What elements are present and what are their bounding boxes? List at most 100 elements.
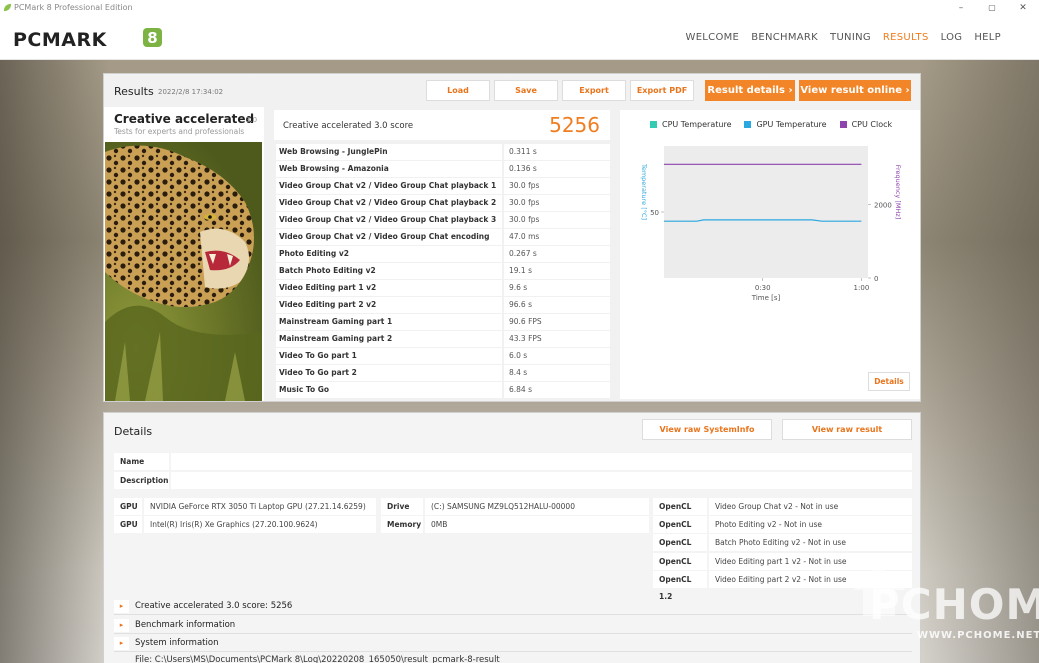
result-row-name: Video To Go part 1 [276, 348, 502, 364]
results-header: Results 2022/2/8 17:34:02 Load Save Expo… [104, 74, 920, 107]
result-row: Web Browsing - Amazonia 0.136 s [276, 161, 610, 178]
score-box: Creative accelerated 3.0 score 5256 [274, 110, 610, 140]
gpu-label: GPU [114, 516, 142, 533]
result-file-path: File: C:\Users\MS\Documents\PCMark 8\Log… [135, 655, 500, 663]
result-row-value: 30.0 fps [504, 195, 610, 211]
right-tick-label: 2000 [874, 202, 892, 210]
result-row-name: Web Browsing - Amazonia [276, 161, 502, 177]
result-row-name: Batch Photo Editing v2 [276, 263, 502, 279]
result-row-name: Video Group Chat v2 / Video Group Chat p… [276, 178, 502, 206]
chart-legend: CPU Temperature GPU Temperature CPU Cloc… [650, 120, 892, 129]
results-title: Results [114, 85, 154, 98]
opencl-usage: Batch Photo Editing v2 - Not in use [709, 534, 912, 552]
result-row: Batch Photo Editing v2 19.1 s [276, 263, 610, 280]
legend-cpu-temperature[interactable]: CPU Temperature [650, 120, 731, 129]
result-row-value: 0.311 s [504, 144, 610, 160]
result-row-name: Video Group Chat v2 / Video Group Chat p… [276, 195, 502, 223]
opencl-row: OpenCL 1.1Video Group Chat v2 - Not in u… [653, 498, 912, 528]
result-row-name: Photo Editing v2 [276, 246, 502, 262]
memory-value: 0MB [425, 516, 649, 533]
export-button[interactable]: Export [562, 80, 626, 101]
chevron-right-icon: › [905, 85, 910, 96]
benchmark-subtitle: Tests for experts and professionals [114, 127, 245, 136]
opencl-version: OpenCL 1.1 [653, 516, 707, 546]
benchmark-version: 3.0 [246, 116, 258, 124]
result-row: Video To Go part 1 6.0 s [276, 348, 610, 365]
view-raw-result-button[interactable]: View raw result [782, 419, 912, 440]
monitoring-chart: CPU Temperature GPU Temperature CPU Cloc… [620, 110, 920, 399]
expander-row[interactable]: ▸ Benchmark information [114, 617, 912, 634]
save-button[interactable]: Save [494, 80, 558, 101]
expand-arrow-icon[interactable]: ▸ [114, 637, 129, 650]
nav-help[interactable]: HELP [968, 32, 1007, 43]
result-row-name: Video Editing part 1 v2 [276, 280, 502, 296]
drive-label: Drive [381, 498, 423, 515]
drive-value: (C:) SAMSUNG MZ9LQ512HALU-00000 [425, 498, 649, 515]
logo-badge-number: 8 [147, 29, 157, 47]
result-details-label: Result details [707, 85, 785, 96]
expand-arrow-icon[interactable]: ▸ [114, 618, 129, 632]
result-row: Video Editing part 2 v2 96.6 s [276, 297, 610, 314]
background-shade-right [919, 60, 1039, 663]
x-axis-label: Time [s] [751, 294, 781, 302]
nav-results[interactable]: RESULTS [877, 32, 935, 43]
minimize-button[interactable]: – [946, 1, 976, 15]
gpu-label: GPU [114, 498, 142, 515]
result-row-name: Mainstream Gaming part 1 [276, 314, 502, 330]
gpu1-value: NVIDIA GeForce RTX 3050 Ti Laptop GPU (2… [144, 498, 376, 515]
background-shade-left [0, 60, 110, 663]
view-raw-systeminfo-button[interactable]: View raw SystemInfo [642, 419, 772, 440]
result-row-name: Video Group Chat v2 / Video Group Chat p… [276, 212, 502, 240]
nav-welcome[interactable]: WELCOME [680, 32, 746, 43]
load-button[interactable]: Load [426, 80, 490, 101]
name-row: Name [114, 453, 912, 470]
maximize-button[interactable]: ▢ [977, 1, 1007, 15]
right-axis-label: Frequency [MHz] [894, 165, 902, 220]
expand-arrow-icon[interactable]: ▸ [114, 600, 129, 613]
legend-gpu-temperature-label: GPU Temperature [756, 120, 827, 129]
result-row-value: 30.0 fps [504, 212, 610, 228]
legend-cpu-temperature-label: CPU Temperature [662, 120, 732, 129]
result-row: Video Editing part 1 v2 9.6 s [276, 280, 610, 297]
legend-swatch-cpu-temp [650, 121, 657, 128]
opencl-row: OpenCL 1.2Video Editing part 1 v2 - Not … [653, 552, 912, 583]
expander-row[interactable]: ▸ Creative accelerated 3.0 score: 5256 [114, 598, 912, 615]
result-row: Photo Editing v2 0.267 s [276, 246, 610, 263]
details-button[interactable]: Details [868, 372, 910, 391]
name-label: Name [114, 453, 169, 470]
nav-log[interactable]: LOG [935, 32, 969, 43]
export-pdf-button[interactable]: Export PDF [630, 80, 694, 101]
opencl-usage: Video Editing part 2 v2 - Not in use [709, 570, 912, 588]
window-title: PCMark 8 Professional Edition [14, 3, 133, 12]
result-row-value: 6.84 s [504, 382, 610, 398]
result-row-value: 90.6 FPS [504, 314, 610, 330]
nav-tuning[interactable]: TUNING [824, 32, 877, 43]
result-details-button[interactable]: Result details › [705, 80, 795, 101]
legend-cpu-clock[interactable]: CPU Clock [839, 120, 892, 129]
close-button[interactable]: ✕ [1008, 1, 1038, 15]
details-title: Details [114, 425, 153, 438]
result-row-value: 43.3 FPS [504, 331, 610, 347]
result-row-value: 9.6 s [504, 280, 610, 296]
chevron-right-icon: › [788, 85, 793, 96]
logo-badge-icon: 8 [143, 28, 162, 47]
memory-label: Memory [381, 516, 423, 533]
legend-gpu-temperature[interactable]: GPU Temperature [744, 120, 827, 129]
result-row-name: Music To Go [276, 382, 502, 398]
app-leaf-icon [3, 3, 12, 12]
result-row-value: 30.0 fps [504, 178, 610, 194]
gpu1-row: GPU NVIDIA GeForce RTX 3050 Ti Laptop GP… [114, 498, 379, 515]
result-row-name: Web Browsing - JunglePin [276, 144, 502, 160]
main-nav: WELCOME BENCHMARK TUNING RESULTS LOG HEL… [680, 32, 1008, 43]
view-result-online-button[interactable]: View result online › [799, 80, 911, 101]
nav-benchmark[interactable]: BENCHMARK [745, 32, 824, 43]
benchmark-leopard-image [105, 142, 262, 401]
result-row: Video To Go part 2 8.4 s [276, 365, 610, 382]
expander-row[interactable]: ▸ System information [114, 635, 912, 652]
description-label: Description [114, 472, 169, 489]
legend-swatch-cpu-clock [839, 121, 847, 128]
result-rows: Web Browsing - JunglePin 0.311 s Web Brows… [276, 144, 610, 399]
opencl-row: OpenCL 1.1Batch Photo Editing v2 - Not i… [653, 534, 912, 564]
result-row: Mainstream Gaming part 1 90.6 FPS [276, 314, 610, 331]
expander-label: Benchmark information [135, 619, 236, 630]
